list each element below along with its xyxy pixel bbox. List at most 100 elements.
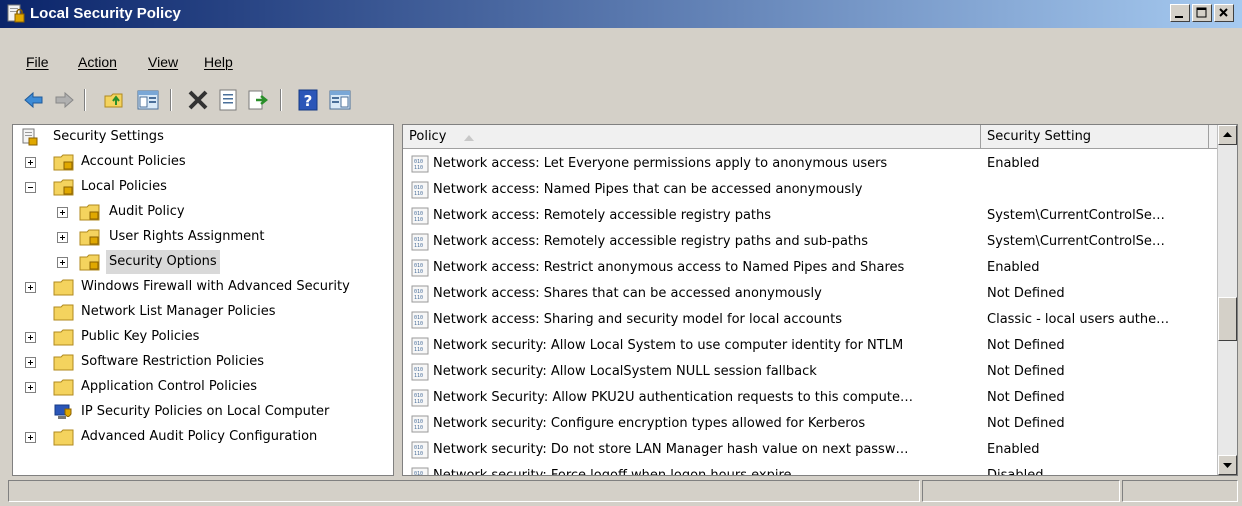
computer-shield-icon	[54, 404, 72, 419]
status-panel-3	[1122, 480, 1238, 502]
policy-name: Network security: Configure encryption t…	[433, 416, 866, 431]
column-header-security-setting[interactable]: Security Setting	[981, 125, 1209, 149]
expand-icon[interactable]	[25, 357, 36, 368]
svg-text:?: ?	[304, 92, 313, 110]
menu-help[interactable]: Help	[204, 53, 233, 71]
toolbar-separator	[170, 89, 172, 111]
expand-icon[interactable]	[57, 207, 68, 218]
vertical-scrollbar[interactable]	[1217, 125, 1237, 475]
up-one-level-icon[interactable]	[102, 88, 126, 112]
properties-icon[interactable]	[216, 88, 240, 112]
expand-icon[interactable]	[25, 157, 36, 168]
back-arrow-icon[interactable]	[22, 88, 46, 112]
svg-text:110: 110	[414, 217, 423, 223]
export-list-icon[interactable]	[246, 88, 270, 112]
policy-row[interactable]: 010 110 Network security: Do not store LAN…	[403, 437, 1217, 463]
tree-item-application-control[interactable]: Application Control Policies	[13, 375, 393, 399]
policy-row[interactable]: 010 110 Network access: Named Pipes that c…	[403, 177, 1217, 203]
policy-row[interactable]: 010 110 Network access: Remotely accessibl…	[403, 203, 1217, 229]
menu-file[interactable]: File	[26, 53, 49, 71]
svg-text:110: 110	[414, 321, 423, 327]
forward-arrow-icon[interactable]	[52, 88, 76, 112]
show-hide-action-pane-icon[interactable]	[328, 88, 352, 112]
security-settings-icon	[22, 128, 38, 146]
collapse-icon[interactable]	[25, 182, 36, 193]
tree-item-software-restriction[interactable]: Software Restriction Policies	[13, 350, 393, 374]
policy-item-icon: 010110	[411, 467, 429, 475]
policy-name: Network security: Allow LocalSystem NULL…	[433, 364, 817, 379]
tree-item-network-list-manager[interactable]: Network List Manager Policies	[13, 300, 393, 324]
tree-item-ip-security[interactable]: IP Security Policies on Local Computer	[13, 400, 393, 424]
delete-icon[interactable]	[186, 88, 210, 112]
status-panel-main	[8, 480, 920, 502]
policy-name: Network access: Remotely accessible regi…	[433, 208, 772, 223]
tree-item-user-rights-assignment[interactable]: User Rights Assignment	[13, 225, 393, 249]
svg-text:110: 110	[414, 243, 423, 249]
expand-icon[interactable]	[57, 232, 68, 243]
policy-row[interactable]: 010 110 Network security: Configure encryp…	[403, 411, 1217, 437]
tree-item-security-options[interactable]: Security Options	[13, 250, 393, 274]
scroll-down-button[interactable]	[1218, 455, 1237, 475]
expand-icon[interactable]	[25, 382, 36, 393]
minimize-button[interactable]	[1170, 4, 1190, 22]
policy-row[interactable]: 010 110 Network security: Allow Local Syst…	[403, 333, 1217, 359]
locked-folder-icon	[79, 229, 100, 246]
policy-list[interactable]: Policy Security Setting 010 110 Network ac…	[402, 124, 1238, 476]
policy-item-icon: 010110	[411, 181, 429, 199]
policy-row[interactable]: 010 110 Network access: Sharing and securi…	[403, 307, 1217, 333]
close-icon	[1219, 8, 1228, 17]
expand-icon[interactable]	[25, 332, 36, 343]
show-hide-console-tree-icon[interactable]	[136, 88, 160, 112]
locked-folder-icon	[79, 254, 100, 271]
folder-icon	[53, 279, 74, 296]
scroll-up-button[interactable]	[1218, 125, 1237, 145]
scroll-up-icon	[1223, 132, 1232, 137]
sort-ascending-icon	[464, 135, 474, 141]
tree-item-security-settings[interactable]: Security Settings	[13, 125, 393, 149]
toolbar-separator	[84, 89, 86, 111]
title-bar[interactable]: Local Security Policy	[0, 0, 1242, 28]
policy-setting: Enabled	[987, 442, 1040, 457]
expand-icon[interactable]	[25, 432, 36, 443]
tree-item-windows-firewall[interactable]: Windows Firewall with Advanced Security	[13, 275, 393, 299]
window-title: Local Security Policy	[30, 5, 181, 22]
tree-item-public-key-policies[interactable]: Public Key Policies	[13, 325, 393, 349]
policy-item-icon: 010110	[411, 207, 429, 225]
policy-row[interactable]: 010 110 Network security: Allow LocalSyste…	[403, 359, 1217, 385]
svg-text:110: 110	[414, 347, 423, 353]
tree-item-advanced-audit[interactable]: Advanced Audit Policy Configuration	[13, 425, 393, 449]
tree-item-audit-policy[interactable]: Audit Policy	[13, 200, 393, 224]
expand-icon[interactable]	[25, 282, 36, 293]
policy-item-icon: 010110	[411, 415, 429, 433]
policy-setting: Classic - local users authe…	[987, 312, 1170, 327]
svg-text:110: 110	[414, 165, 423, 171]
tree-label: Local Policies	[81, 179, 167, 194]
scroll-thumb[interactable]	[1218, 297, 1237, 341]
close-button[interactable]	[1214, 4, 1234, 22]
policy-name: Network access: Named Pipes that can be …	[433, 182, 863, 197]
policy-row[interactable]: 010 110 Network access: Shares that can be…	[403, 281, 1217, 307]
help-icon[interactable]: ?	[296, 88, 320, 112]
locked-folder-icon	[53, 154, 74, 171]
tree-item-local-policies[interactable]: Local Policies	[13, 175, 393, 199]
expand-icon[interactable]	[57, 257, 68, 268]
policy-row[interactable]: 010 110 Network access: Restrict anonymous…	[403, 255, 1217, 281]
minimize-icon	[1175, 16, 1183, 18]
console-tree[interactable]: Security Settings Account Policies Local…	[12, 124, 394, 476]
column-header-label: Policy	[409, 129, 447, 144]
scroll-down-icon	[1223, 463, 1232, 468]
policy-name: Network access: Let Everyone permissions…	[433, 156, 888, 171]
policy-row[interactable]: 010 110 Network access: Let Everyone permi…	[403, 151, 1217, 177]
menu-view[interactable]: View	[148, 53, 178, 71]
tree-label-selected: Security Options	[106, 250, 220, 274]
tree-item-account-policies[interactable]: Account Policies	[13, 150, 393, 174]
policy-row[interactable]: 010 110 Network access: Remotely accessibl…	[403, 229, 1217, 255]
menu-action[interactable]: Action	[78, 53, 117, 71]
tree-label: Audit Policy	[109, 204, 185, 219]
policy-row[interactable]: 010110 Network security: Force logoff whe…	[403, 463, 1217, 475]
column-header-policy[interactable]: Policy	[403, 125, 981, 149]
policy-row[interactable]: 010 110 Network Security: Allow PKU2U auth…	[403, 385, 1217, 411]
maximize-button[interactable]	[1192, 4, 1212, 22]
policy-setting: Not Defined	[987, 364, 1065, 379]
security-policy-app-icon	[7, 4, 25, 23]
